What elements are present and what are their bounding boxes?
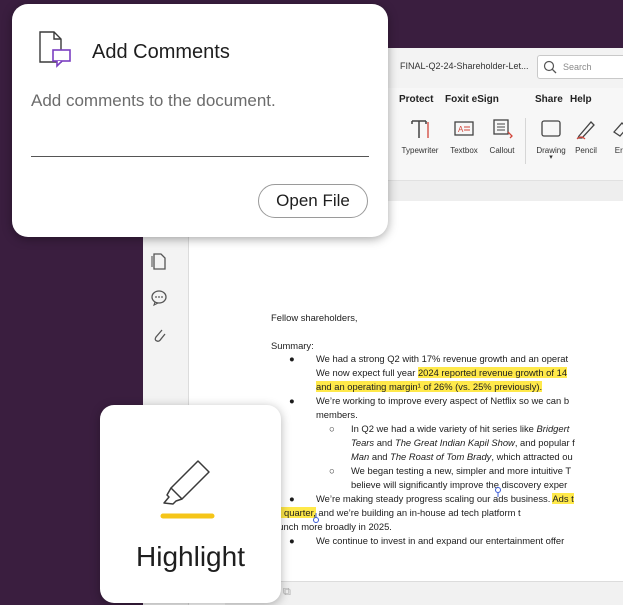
eraser-tool[interactable]: Era [609,116,623,155]
doc-line-text: and we’re building an in-house ad tech p… [315,507,521,518]
add-comments-card: Add Comments Add comments to the documen… [12,4,388,237]
doc-line-text: and [374,437,395,448]
ribbon-separator [525,118,526,164]
search-placeholder: Search [563,62,592,72]
doc-line: We began testing a new, simpler and more… [351,465,572,476]
doc-line: In Q2 we had a wide variety of hit serie… [351,423,569,434]
menu-foxit-esign[interactable]: Foxit eSign [445,94,499,105]
doc-line: Man and The Roast of Tom Brady, which at… [351,451,573,462]
doc-line: Tears and The Great Indian Kapil Show, a… [351,437,575,448]
pencil-icon [576,121,595,140]
eraser-label: Era [614,146,623,155]
sub-bullet-circle: ○ [329,423,335,434]
doc-line: We now expect full year 2024 reported re… [316,367,568,378]
comments-icon[interactable] [150,289,168,307]
callout-label: Callout [489,146,515,155]
doc-line-italic: Tears [351,437,375,448]
pencil-label: Pencil [575,146,597,155]
typewriter-label: Typewriter [401,146,439,155]
doc-line: members. [316,409,358,420]
doc-line-text: We now expect full year [316,367,418,378]
summary-label: Summary: [271,340,314,351]
page-nav-bar: › » ⧉ ⧉ [225,581,623,605]
menu-share[interactable]: Share [535,94,563,105]
bullet-dot: ● [289,535,295,546]
highlighted-text: 2024 reported revenue growth of 14 [417,367,568,378]
doc-line-italic: Man [351,451,370,462]
search-icon [543,60,557,74]
drawing-icon [541,120,561,137]
highlighted-text: and an operating margin¹ of 26% (vs. 25%… [316,381,543,392]
greeting-text: Fellow shareholders, [271,312,358,323]
open-file-button[interactable]: Open File [258,184,368,218]
eraser-icon [613,122,623,137]
doc-line: We’re working to improve every aspect of… [316,395,570,406]
document-tab-title[interactable]: FINAL-Q2-24-Shareholder-Let... [400,61,529,71]
drawing-tool[interactable]: Drawing ▾ [531,116,571,161]
bullet-dot: ● [289,395,295,406]
callout-icon [493,119,513,139]
doc-line-italic: The Great Indian Kapil Show [394,437,515,448]
attachment-icon[interactable] [150,325,168,345]
doc-line-text: In Q2 we had a wide variety of hit serie… [351,423,537,434]
doc-line: We’re making steady progress scaling our… [316,493,574,504]
add-comment-document-icon [39,31,71,68]
textbox-icon: A [454,121,474,136]
doc-line: and an operating margin¹ of 26% (vs. 25%… [316,381,543,392]
pages-icon[interactable] [150,251,168,271]
highlight-card[interactable]: Highlight [100,405,281,603]
highlighted-text: Ads t [552,493,574,504]
doc-line: launch more broadly in 2025. [271,521,392,532]
selection-handle-end[interactable] [312,513,320,523]
divider [31,156,369,157]
doc-line: on quarter, and we’re building an in-hou… [271,507,521,518]
highlight-label: Highlight [136,541,245,572]
callout-tool[interactable]: Callout [485,116,519,155]
menu-help[interactable]: Help [570,94,592,105]
card-description: Add comments to the document. [31,91,276,110]
card-title: Add Comments [92,41,230,63]
svg-text:A: A [458,125,464,134]
doc-line-text: and [369,451,391,462]
menu-protect[interactable]: Protect [399,94,433,105]
search-box[interactable]: Search [537,55,623,79]
doc-line: We had a strong Q2 with 17% revenue grow… [316,353,569,364]
doc-line: We continue to invest in and expand our … [316,535,565,546]
pencil-tool[interactable]: Pencil [569,116,603,155]
bullet-dot: ● [289,493,295,504]
two-page-view-icon[interactable]: ⧉ [283,586,291,599]
doc-line-italic: The Roast of Tom Brady [390,451,492,462]
doc-line-text: , and popular f [514,437,575,448]
typewriter-icon [411,120,429,138]
bullet-dot: ● [289,353,295,364]
doc-line-text: , which attracted ou [491,451,573,462]
doc-line-text: We’re making steady progress scaling our… [316,493,553,504]
doc-line: believe will significantly improve the d… [351,479,568,490]
drawing-dropdown-icon[interactable]: ▾ [531,154,571,161]
doc-line-italic: Bridgert [536,423,570,434]
textbox-label: Textbox [450,146,478,155]
selection-handle-start[interactable] [494,487,502,497]
sub-bullet-circle: ○ [329,465,335,476]
typewriter-tool[interactable]: Typewriter [398,116,442,155]
textbox-tool[interactable]: A Textbox [445,116,483,155]
highlighter-icon [160,460,215,519]
